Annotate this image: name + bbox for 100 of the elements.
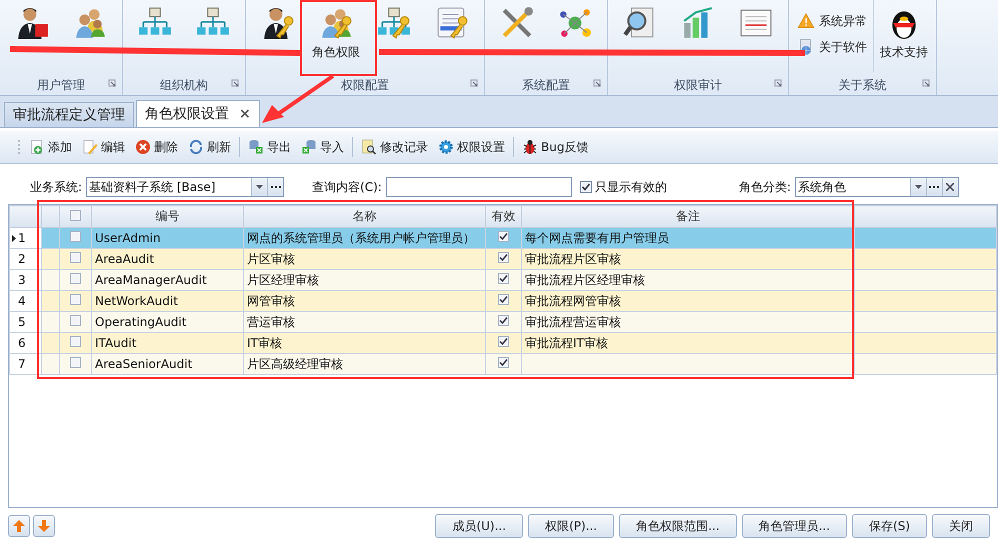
column-header[interactable]: 名称 <box>244 206 486 228</box>
row-number: 6 <box>18 336 26 350</box>
dialog-button[interactable]: 关闭 <box>932 514 990 538</box>
ribbon-button[interactable]: 系统异常 <box>797 12 867 30</box>
field-label: 查询内容(C): <box>312 178 382 196</box>
group-label: 权限审计 <box>673 77 723 94</box>
column-header[interactable]: 有效 <box>486 206 522 228</box>
gear-icon <box>438 139 454 155</box>
column-header[interactable]: 编号 <box>92 206 244 228</box>
group-label: 权限配置 <box>340 77 390 94</box>
row-pointer-icon <box>12 234 16 242</box>
checkbox[interactable] <box>70 315 81 326</box>
move-down-button[interactable] <box>33 515 55 537</box>
toolbar-button[interactable]: 刷新 <box>186 138 233 156</box>
column-header[interactable]: 备注 <box>522 206 854 228</box>
checkbox[interactable] <box>70 252 81 263</box>
field-label: 业务系统: <box>30 178 82 196</box>
toolbar-button[interactable]: Bug反馈 <box>520 138 590 156</box>
checkbox[interactable] <box>70 273 81 284</box>
group-label: 系统配置 <box>521 77 571 94</box>
import-icon <box>301 139 317 155</box>
table-cell: 片区高级经理审核 <box>247 356 343 370</box>
ribbon-button[interactable]: 角色权限 <box>308 0 364 60</box>
field-label: 角色分类: <box>738 178 791 196</box>
dialog-launcher-icon[interactable] <box>593 79 601 87</box>
checkbox-label: 只显示有效的 <box>594 178 667 196</box>
dialog-launcher-icon[interactable] <box>922 79 930 87</box>
bug-icon <box>522 139 538 155</box>
checkbox[interactable] <box>498 231 509 242</box>
group-label: 用户管理 <box>36 77 86 94</box>
toolbar-button[interactable]: 修改记录 <box>359 138 430 156</box>
tab[interactable]: 审批流程定义管理 <box>4 102 134 127</box>
table-cell: 审批流程营运审核 <box>525 314 621 328</box>
table-cell: 审批流程片区审核 <box>525 252 621 266</box>
table-row[interactable]: 4 NetWorkAudit 网管审核 审批流程网管审核 <box>10 290 996 312</box>
checkbox[interactable] <box>70 231 81 242</box>
table-cell: 审批流程网管审核 <box>525 294 621 308</box>
table-cell: 片区经理审核 <box>247 272 319 286</box>
toolbar-button[interactable]: 添加 <box>27 138 74 156</box>
table-row[interactable]: 2 AreaAudit 片区审核 审批流程片区审核 <box>10 248 996 270</box>
table-cell: 营运审核 <box>247 314 295 328</box>
dialog-launcher-icon[interactable] <box>231 79 239 87</box>
checkbox[interactable] <box>70 294 81 305</box>
table-cell: 审批流程片区经理审核 <box>525 272 645 286</box>
checkbox[interactable] <box>498 252 509 263</box>
toolbar-button[interactable]: 编辑 <box>80 138 127 156</box>
dialog-button[interactable]: 保存(S) <box>852 514 927 538</box>
checkbox[interactable] <box>498 294 509 305</box>
tab[interactable]: 角色权限设置 × <box>136 100 260 127</box>
table-cell: 审批流程IT审核 <box>525 336 608 350</box>
dialog-launcher-icon[interactable] <box>774 79 782 87</box>
checkbox[interactable] <box>70 357 81 368</box>
checkbox[interactable] <box>70 210 81 220</box>
group-label: 关于系统 <box>838 77 888 94</box>
row-number: 4 <box>18 294 26 308</box>
checkbox[interactable] <box>498 336 509 347</box>
people-icon <box>73 6 107 40</box>
table-cell: ITAudit <box>95 336 136 350</box>
dialog-button[interactable]: 成员(U)... <box>435 514 524 538</box>
network-icon <box>558 6 592 40</box>
list-key-icon <box>435 6 469 40</box>
table-cell: IT审核 <box>247 336 282 350</box>
ribbon-button[interactable]: 关于软件 <box>797 38 867 56</box>
search-field[interactable] <box>386 177 572 197</box>
dialog-launcher-icon[interactable] <box>470 79 478 87</box>
toolbar-button[interactable]: 导出 <box>246 138 293 156</box>
add-icon <box>29 139 45 155</box>
bar-chart-icon <box>681 6 715 40</box>
table-row[interactable]: 1 UserAdmin 网点的系统管理员（系统用户帐户管理员） 每个网点需要有用户管理员 <box>10 228 996 248</box>
table-row[interactable]: 7 AreaSeniorAudit 片区高级经理审核 <box>10 354 996 374</box>
tools-icon <box>500 6 534 40</box>
document-search-icon <box>361 139 377 155</box>
checkbox[interactable] <box>498 273 509 284</box>
table-row[interactable]: 6 ITAudit IT审核 审批流程IT审核 <box>10 332 996 354</box>
dialog-button[interactable]: 角色管理员... <box>742 514 848 538</box>
toolbar-button[interactable]: 删除 <box>133 138 180 156</box>
arrow-up-icon <box>13 520 25 532</box>
table-cell: 片区审核 <box>247 252 295 266</box>
checkbox[interactable] <box>70 336 81 347</box>
toolbar-button[interactable]: 权限设置 <box>436 138 507 156</box>
row-number: 7 <box>18 357 26 371</box>
person-key-icon <box>261 6 295 40</box>
table-cell: AreaSeniorAudit <box>95 357 192 371</box>
toolbar-grip-icon <box>18 139 21 155</box>
ribbon-button[interactable]: 技术支持 <box>876 0 932 60</box>
dialog-button[interactable]: 权限(P)... <box>528 514 614 538</box>
checkbox[interactable] <box>498 315 509 326</box>
dialog-launcher-icon[interactable] <box>108 79 116 87</box>
table-cell: AreaManagerAudit <box>95 273 207 287</box>
delete-icon <box>135 139 151 155</box>
warning-icon <box>797 12 815 30</box>
checkbox[interactable] <box>580 181 592 193</box>
table-row[interactable]: 3 AreaManagerAudit 片区经理审核 审批流程片区经理审核 <box>10 270 996 290</box>
close-button[interactable]: × <box>239 106 251 122</box>
checkbox[interactable] <box>498 357 509 368</box>
dialog-button[interactable]: 角色权限范围... <box>619 514 737 538</box>
people-key-icon <box>319 6 353 40</box>
toolbar-button[interactable]: 导入 <box>299 138 346 156</box>
move-up-button[interactable] <box>8 515 30 537</box>
table-row[interactable]: 5 OperatingAudit 营运审核 审批流程营运审核 <box>10 312 996 332</box>
